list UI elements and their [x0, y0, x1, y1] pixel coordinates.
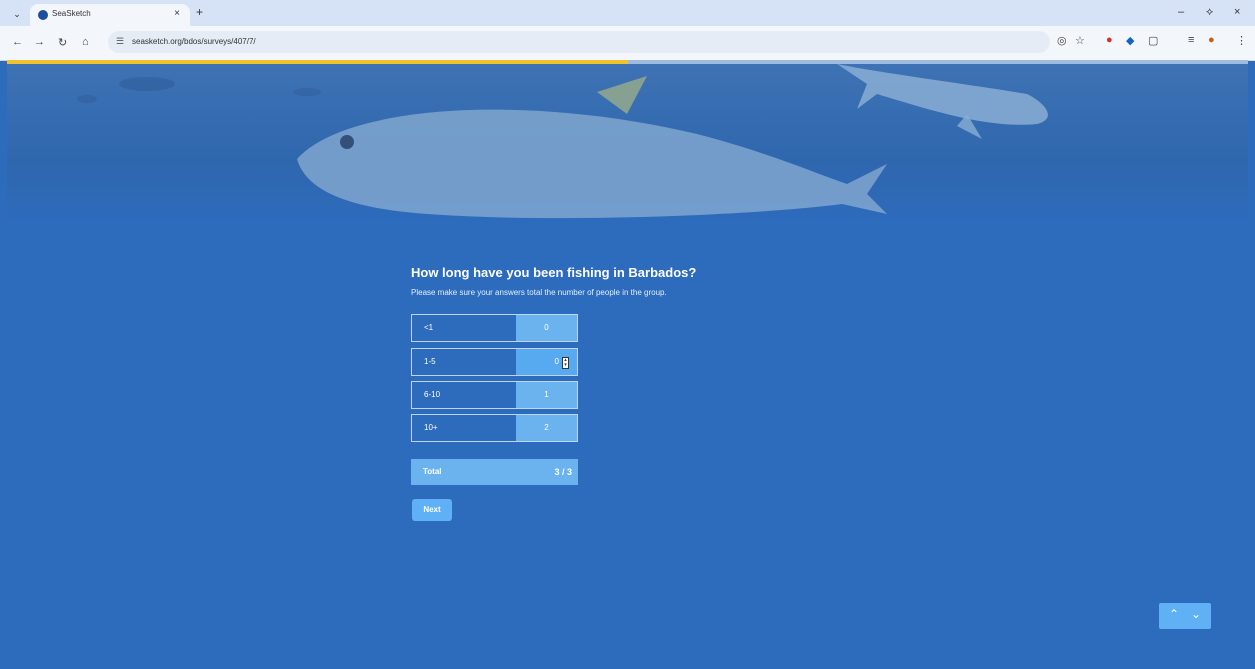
shield-extension-icon[interactable]: ◆ — [1126, 34, 1134, 47]
number-spinner-icon[interactable]: ▴ ▾ — [562, 357, 569, 369]
answer-label: 6-10 — [424, 390, 441, 399]
stop-extension-icon[interactable]: ● — [1106, 34, 1113, 46]
menu-icon[interactable]: ⋮ — [1236, 34, 1247, 47]
home-icon[interactable]: ⌂ — [82, 36, 89, 48]
address-bar: ← → ↻ ⌂ ☰ seasketch.org/bdos/surveys/407… — [0, 26, 1255, 61]
answer-count-input[interactable]: 0 — [516, 315, 577, 341]
restore-button[interactable]: ⟡ — [1206, 6, 1213, 19]
answer-row: 1-5 0 ▴ ▾ — [411, 348, 578, 376]
hero-fish-image — [7, 64, 1248, 224]
answer-label: 1-5 — [424, 357, 436, 366]
question-nav: ⌃ ⌄ — [1159, 603, 1211, 629]
chevron-up-icon[interactable]: ⌃ — [1169, 607, 1179, 621]
site-info-icon[interactable]: ☰ — [116, 36, 124, 47]
question-title: How long have you been fishing in Barbad… — [411, 265, 697, 280]
reading-list-icon[interactable]: ≡ — [1188, 34, 1194, 46]
tab-seasketch[interactable]: SeaSketch × — [30, 4, 190, 26]
answer-row: 6-10 1 — [411, 381, 578, 409]
answer-label: <1 — [424, 323, 434, 332]
tab-bar: ⌄ SeaSketch × + – ⟡ × — [0, 0, 1255, 26]
answer-count-input[interactable]: 2 — [516, 415, 577, 441]
tab-search-icon[interactable]: ⌄ — [10, 7, 24, 21]
answer-row: 10+ 2 — [411, 414, 578, 442]
forward-icon[interactable]: → — [34, 36, 45, 48]
url-bar[interactable]: ☰ seasketch.org/bdos/surveys/407/7/ — [108, 31, 1050, 53]
chevron-down-icon[interactable]: ⌄ — [1191, 607, 1201, 621]
total-label: Total — [423, 467, 442, 476]
answer-count-input[interactable]: 1 — [516, 382, 577, 408]
profile-avatar-icon[interactable]: ● — [1208, 34, 1215, 46]
answer-count-value: 0 — [554, 357, 559, 366]
question-subtitle: Please make sure your answers total the … — [411, 288, 667, 297]
new-tab-button[interactable]: + — [196, 5, 203, 19]
back-icon[interactable]: ← — [12, 36, 23, 48]
fish-illustration-icon — [77, 64, 1048, 219]
url-text[interactable]: seasketch.org/bdos/surveys/407/7/ — [132, 37, 256, 46]
answer-label: 10+ — [424, 423, 438, 432]
total-row: Total 3 / 3 — [411, 459, 578, 485]
seasketch-favicon-icon — [38, 10, 48, 20]
minimize-button[interactable]: – — [1178, 6, 1184, 18]
extensions-icon[interactable]: ▢ — [1148, 34, 1158, 47]
next-button[interactable]: Next — [412, 499, 452, 521]
answer-count-input[interactable]: 0 ▴ ▾ — [516, 349, 577, 375]
bookmark-star-icon[interactable]: ☆ — [1075, 34, 1085, 47]
translate-icon[interactable]: ◎ — [1057, 34, 1067, 47]
close-window-button[interactable]: × — [1234, 6, 1240, 18]
reload-icon[interactable]: ↻ — [58, 36, 67, 49]
close-tab-icon[interactable]: × — [174, 8, 180, 19]
answer-row: <1 0 — [411, 314, 578, 342]
total-value: 3 / 3 — [554, 467, 572, 477]
tab-title: SeaSketch — [52, 9, 91, 18]
